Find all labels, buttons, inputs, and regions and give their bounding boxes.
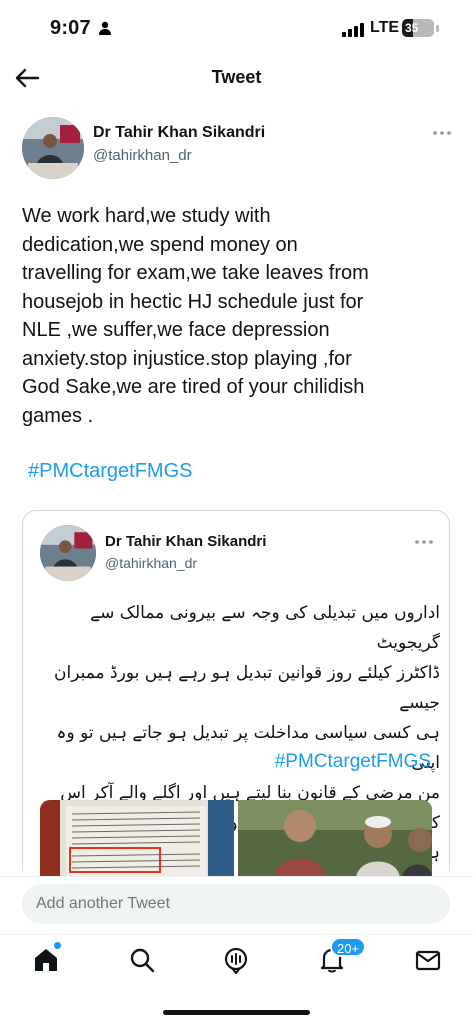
author-handle[interactable]: @tahirkhan_dr: [93, 147, 192, 164]
home-indicator: [163, 1010, 310, 1015]
quoted-hashtag-link[interactable]: #PMCtargetFMGS: [236, 751, 431, 773]
quoted-avatar[interactable]: [40, 525, 96, 581]
battery-icon: 35: [402, 19, 434, 37]
home-unread-dot: [54, 942, 61, 949]
status-time: 9:07: [50, 17, 91, 39]
more-options-icon[interactable]: [432, 130, 452, 136]
quoted-author-name[interactable]: Dr Tahir Khan Sikandri: [105, 533, 266, 550]
quoted-avatar-photo: [40, 525, 96, 581]
search-icon[interactable]: [128, 946, 156, 974]
quoted-author-handle[interactable]: @tahirkhan_dr: [105, 555, 197, 571]
document-photo: [40, 800, 234, 878]
hashtag-link[interactable]: #PMCtargetFMGS: [28, 460, 192, 483]
tweet-text: We work hard,we study with dedication,we…: [22, 205, 369, 427]
network-type: LTE: [370, 19, 400, 36]
avatar[interactable]: [22, 117, 84, 179]
person-icon: [99, 21, 111, 35]
home-icon[interactable]: [32, 946, 60, 974]
messages-icon[interactable]: [414, 946, 442, 974]
page-title: Tweet: [211, 67, 262, 87]
notification-badge: 20+: [330, 937, 367, 957]
avatar-photo: [22, 117, 84, 179]
cellular-signal-icon: [342, 23, 364, 37]
reply-input[interactable]: [22, 884, 450, 924]
spaces-icon[interactable]: [222, 946, 250, 974]
battery-cap: [436, 25, 439, 32]
crowd-photo: [238, 800, 432, 878]
battery-percent: 35: [405, 21, 419, 35]
quoted-more-options-icon[interactable]: [414, 539, 434, 545]
status-bar: 9:07 LTE 35: [0, 0, 473, 58]
author-name[interactable]: Dr Tahir Khan Sikandri: [93, 124, 265, 142]
media-image-document[interactable]: [40, 800, 234, 878]
header: Tweet: [0, 58, 473, 98]
media-image-crowd[interactable]: [238, 800, 432, 878]
